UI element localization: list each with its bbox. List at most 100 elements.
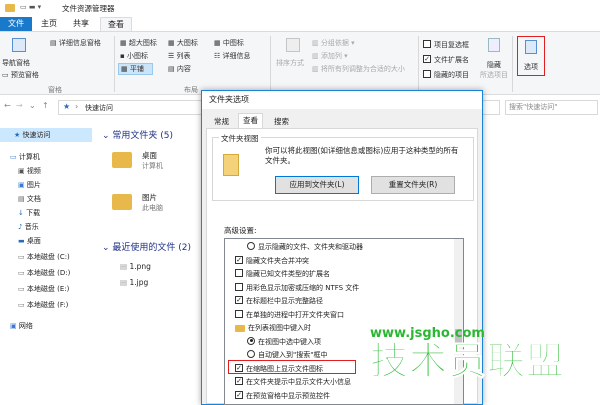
file-name: 1.png (129, 262, 151, 271)
tab-home[interactable]: 主页 (34, 17, 64, 31)
hidden-items-toggle[interactable]: 隐藏的项目 (423, 70, 469, 80)
setting-label: 自动键入到"搜索"框中 (258, 351, 328, 359)
back-icon[interactable]: ← (4, 101, 11, 110)
hide-label-2: 所选项目 (480, 71, 508, 79)
nav-documents[interactable]: ▤ 文档 (18, 194, 41, 204)
star-icon: ★ (14, 131, 21, 139)
setting-row[interactable]: 在单独的进程中打开文件夹窗口 (235, 309, 344, 321)
setting-row[interactable]: 隐藏已知文件类型的扩展名 (235, 268, 330, 280)
checkbox[interactable]: ✓ (235, 377, 243, 385)
file-item[interactable]: ▤ 1.jpg (120, 278, 148, 287)
options-icon (525, 40, 537, 54)
tab-general[interactable]: 常规 (210, 115, 233, 129)
checkbox[interactable] (235, 309, 243, 318)
quick-access-toolbar[interactable]: ▭ ▬ ▾ (20, 3, 41, 11)
options-label: 选项 (524, 63, 538, 71)
tab-file[interactable]: 文件 (0, 17, 32, 31)
checkbox[interactable] (423, 40, 431, 48)
layout-small-label: 小图标 (126, 52, 148, 60)
file-item[interactable]: ▤ 1.png (120, 262, 151, 271)
folder-view-group: 文件夹视图 你可以将此视图(如详细信息或图标)应用于这种类型的所有文件夹。 应用… (212, 133, 474, 201)
setting-label: 在视图中选中键入项 (258, 337, 321, 346)
layout-xl-icons[interactable]: ▦ 超大图标 (120, 38, 157, 48)
apply-to-folders-button[interactable]: 应用到文件夹(L) (275, 176, 359, 194)
nav-pictures[interactable]: ▣ 图片 (18, 180, 41, 190)
item-checkbox-toggle[interactable]: 项目复选框 (423, 40, 469, 50)
folder-icon (235, 324, 245, 332)
folder-item[interactable]: 桌面 计算机 (112, 150, 202, 180)
setting-label: 在单独的进程中打开文件夹窗口 (246, 310, 344, 319)
nav-quick-access[interactable]: ★ 快速访问 (0, 128, 92, 142)
nav-desktop[interactable]: ▬ 桌面 (18, 236, 41, 246)
frequent-folders-header[interactable]: ⌄ 常用文件夹 (5) (102, 128, 173, 141)
fit-columns-button[interactable]: ▥ 将所有列调整为合适的大小 (312, 64, 405, 74)
tab-search[interactable]: 搜索 (270, 115, 293, 129)
checkbox[interactable] (423, 70, 431, 78)
forward-icon[interactable]: → (16, 101, 23, 110)
folder-item[interactable]: 图片 此电脑 (112, 192, 202, 222)
tab-view[interactable]: 查看 (238, 113, 263, 129)
nav-drive-d[interactable]: ▭ 本地磁盘 (D:) (18, 268, 70, 278)
sort-button[interactable] (276, 38, 310, 52)
nav-pictures-label: 图片 (26, 181, 41, 189)
panes-group-label: 窗格 (48, 86, 62, 94)
setting-row[interactable]: 用彩色显示加密或压缩的 NTFS 文件 (235, 282, 359, 294)
setting-row[interactable]: 在视图中选中键入项 (247, 336, 321, 348)
preview-pane-label: 预览窗格 (10, 71, 39, 79)
group-by-button[interactable]: ▥ 分组依据 ▾ (312, 38, 355, 48)
search-input[interactable]: 搜索"快速访问" (505, 100, 598, 115)
divider (512, 36, 513, 92)
tab-share[interactable]: 共享 (66, 17, 96, 31)
setting-row[interactable]: 显示隐藏的文件、文件夹和驱动器 (247, 241, 363, 253)
layout-small-icons[interactable]: ▪ 小图标 (120, 51, 148, 61)
setting-row[interactable]: ✓ 隐藏文件夹合并冲突 (235, 255, 309, 267)
hide-selected-button[interactable]: 隐藏 所选项目 (478, 38, 510, 80)
nav-music[interactable]: ♪ 音乐 (18, 222, 39, 232)
nav-downloads[interactable]: ↓ 下载 (18, 208, 40, 218)
add-column-button[interactable]: ▥ 添加列 ▾ (312, 51, 348, 61)
breadcrumb[interactable]: 快速访问 (85, 103, 113, 113)
preview-pane-button[interactable]: ▭ 预览窗格 (2, 70, 39, 80)
checkbox[interactable]: ✓ (235, 390, 243, 399)
recent-files-header[interactable]: ⌄ 最近使用的文件 (2) (102, 240, 191, 253)
file-ext-toggle[interactable]: ✓ 文件扩展名 (423, 55, 469, 65)
nav-drive-e[interactable]: ▭ 本地磁盘 (E:) (18, 284, 69, 294)
options-button[interactable]: 选项 (517, 36, 545, 76)
nav-this-pc[interactable]: ▭ 计算机 (10, 152, 40, 162)
reset-folders-button[interactable]: 重置文件夹(R) (371, 176, 455, 194)
up-icon[interactable]: ↑ (42, 101, 49, 110)
details-pane-button[interactable]: ▤ 详细信息窗格 (50, 38, 101, 48)
nav-network[interactable]: ▣ 网络 (10, 321, 33, 331)
folder-view-label: 文件夹视图 (219, 133, 261, 144)
file-name: 1.jpg (129, 278, 149, 287)
setting-row[interactable]: ✓ 在文件夹提示中显示文件大小信息 (235, 376, 351, 388)
radio-button[interactable] (247, 336, 255, 345)
radio-button[interactable] (247, 350, 255, 358)
recent-chevron-icon[interactable]: ⌄ (29, 101, 36, 110)
setting-label: 在列表视图中键入时 (248, 324, 311, 332)
nav-pane-label: 导航窗格 (2, 59, 30, 67)
nav-drive-c[interactable]: ▭ 本地磁盘 (C:) (18, 252, 70, 262)
layout-list[interactable]: ☰ 列表 (168, 51, 191, 61)
checkbox[interactable] (235, 269, 243, 277)
nav-pane-button[interactable] (4, 38, 34, 52)
nav-videos[interactable]: ▣ 视频 (18, 166, 41, 176)
setting-row[interactable]: ✓ 在预览窗格中显示预览控件 (235, 390, 330, 402)
layout-tiles[interactable]: ▦ 平铺 (118, 63, 153, 75)
layout-list-label: 列表 (176, 52, 191, 60)
radio-button[interactable] (247, 242, 255, 250)
layout-large-icons[interactable]: ▦ 大图标 (168, 38, 198, 48)
setting-row[interactable]: 在列表视图中键入时 (235, 322, 311, 334)
checkbox[interactable]: ✓ (423, 55, 431, 63)
layout-content[interactable]: ▤ 内容 (168, 64, 191, 74)
layout-details[interactable]: ☷ 详细信息 (214, 51, 251, 61)
checkbox[interactable]: ✓ (235, 255, 243, 264)
checkbox[interactable]: ✓ (235, 296, 243, 304)
drive-icon: ▭ (18, 253, 25, 261)
nav-videos-label: 视频 (26, 167, 41, 175)
tab-view[interactable]: 查看 (100, 17, 132, 31)
layout-medium-icons[interactable]: ▦ 中图标 (214, 38, 244, 48)
checkbox[interactable] (235, 282, 243, 291)
setting-row[interactable]: ✓ 在标题栏中显示完整路径 (235, 295, 323, 307)
nav-drive-f[interactable]: ▭ 本地磁盘 (F:) (18, 300, 68, 310)
